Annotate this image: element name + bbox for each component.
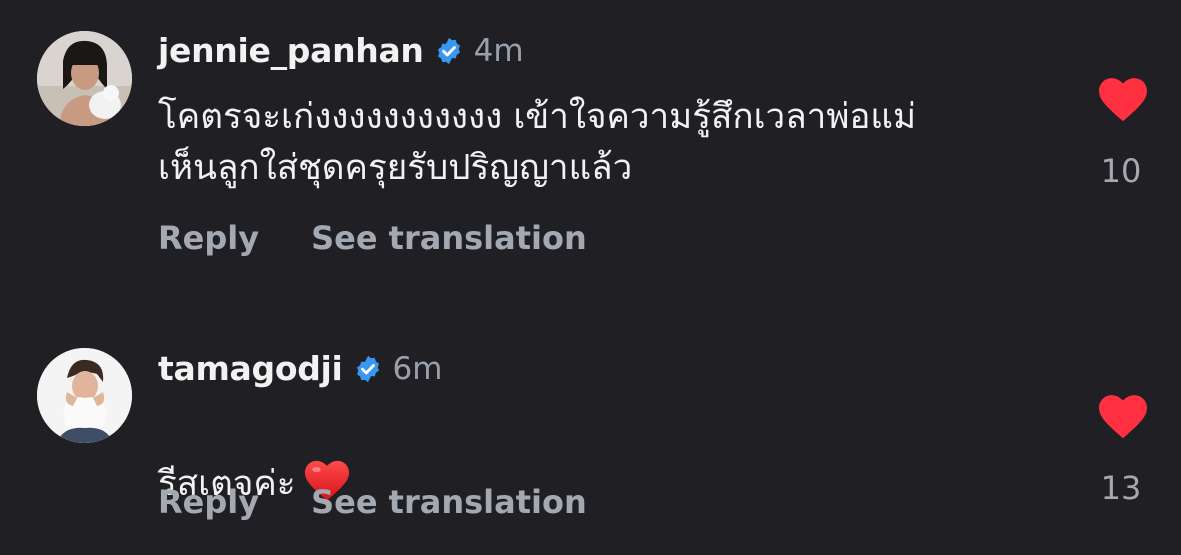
comment-item: tamagodji 6m รีสเตจค่ะ Reply See transla… <box>0 0 1181 555</box>
see-translation-button[interactable]: See translation <box>311 483 587 521</box>
heart-filled-icon[interactable] <box>1098 394 1148 440</box>
avatar[interactable] <box>37 348 132 443</box>
verified-badge-icon <box>353 354 383 384</box>
reply-button[interactable]: Reply <box>158 483 259 521</box>
timestamp: 6m <box>392 350 443 387</box>
avatar-tamagodji-image <box>37 348 132 443</box>
username[interactable]: tamagodji <box>158 349 343 388</box>
like-count: 13 <box>1100 469 1142 507</box>
